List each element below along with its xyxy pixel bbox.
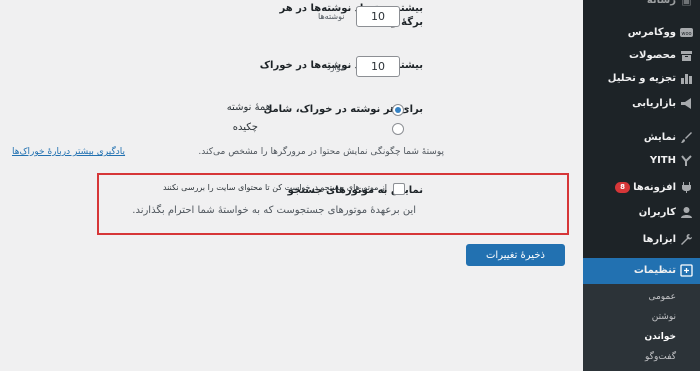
submenu-item-writing[interactable]: نوشتن xyxy=(652,312,676,322)
discourage-search-checkbox[interactable] xyxy=(393,183,405,195)
discourage-search-label: از موتورهای جستجو درخواست کن تا محتوای س… xyxy=(162,183,387,192)
sidebar-item-label: افزونه‌ها8 xyxy=(615,175,676,201)
feed-learn-more-link-wrap: یادگیری بیشتر دربارهٔ خوراک‌ها xyxy=(12,147,125,157)
update-count-badge: 8 xyxy=(615,181,631,193)
submenu-item-discussion[interactable]: گفت‌وگو xyxy=(645,352,676,362)
sidebar-item-label: ابزارها xyxy=(642,234,676,245)
settings-content: بیشترین تعداد نوشته‌ها در هر برگهٔ وبلاگ… xyxy=(0,0,578,371)
sidebar-item-yith[interactable]: YITH xyxy=(583,148,700,174)
full-text-radio[interactable] xyxy=(392,104,404,116)
posts-per-feed-input[interactable]: 10 xyxy=(356,56,400,77)
posts-per-page-unit: نوشته‌ها xyxy=(318,12,345,21)
sidebar-item-label: تنظیمات xyxy=(633,265,676,276)
settings-submenu: عمومی نوشتن خواندن گفت‌وگو xyxy=(583,284,700,371)
sidebar-item-label: رسانه xyxy=(646,0,676,6)
submenu-item-general[interactable]: عمومی xyxy=(648,292,676,302)
feed-description: پوستهٔ شما چگونگی نمایش محتوا در مرورگره… xyxy=(198,147,444,157)
sidebar-item-plugins[interactable]: افزونه‌ها8 xyxy=(583,175,700,201)
media-icon: ▣ xyxy=(681,0,692,7)
svg-text:woo: woo xyxy=(681,31,691,37)
bar-chart-icon xyxy=(680,72,693,85)
megaphone-icon xyxy=(680,97,693,110)
sidebar-item-label: بازاریابی xyxy=(632,98,676,109)
settings-icon xyxy=(680,264,693,277)
admin-sidebar: ▣ رسانه woo ووکامرس محصولات تجزیه و تحلی… xyxy=(575,0,700,371)
user-icon xyxy=(680,206,693,219)
feed-learn-more-link[interactable]: یادگیری بیشتر دربارهٔ خوراک‌ها xyxy=(12,147,125,157)
woo-icon: woo xyxy=(680,26,693,39)
sidebar-item-media[interactable]: ▣ رسانه xyxy=(583,0,700,14)
plugin-icon xyxy=(680,181,693,194)
sidebar-item-label: کاربران xyxy=(638,207,676,218)
sidebar-item-label: YITH xyxy=(649,155,676,166)
paintbrush-icon xyxy=(680,131,693,144)
sidebar-item-tools[interactable]: ابزارها xyxy=(583,227,700,253)
posts-per-page-input[interactable]: 10 xyxy=(356,6,400,27)
wrench-icon xyxy=(680,233,693,246)
posts-per-page-label: بیشترین تعداد نوشته‌ها در هر برگهٔ وبلاگ xyxy=(279,3,423,28)
yith-icon xyxy=(680,154,693,167)
submenu-item-reading[interactable]: خواندن xyxy=(645,332,676,342)
posts-per-feed-unit: موارد xyxy=(327,63,346,72)
sidebar-item-settings[interactable]: تنظیمات xyxy=(575,258,700,284)
sidebar-item-marketing[interactable]: بازاریابی xyxy=(583,91,700,117)
feed-description-text: پوستهٔ شما چگونگی نمایش محتوا در مرورگره… xyxy=(198,147,444,157)
sidebar-item-users[interactable]: کاربران xyxy=(583,200,700,226)
search-visibility-note: این برعهدهٔ موتورهای جستجوست که به خواست… xyxy=(132,205,416,216)
excerpt-label: چکیده xyxy=(232,122,258,133)
save-changes-button[interactable]: ذخیرهٔ تغییرات xyxy=(466,244,565,266)
archive-icon xyxy=(680,49,693,62)
sidebar-item-analytics[interactable]: تجزیه و تحلیل xyxy=(583,66,700,92)
excerpt-radio[interactable] xyxy=(392,123,404,135)
sidebar-item-label: تجزیه و تحلیل xyxy=(607,73,676,84)
plugins-label: افزونه‌ها xyxy=(633,182,676,193)
full-text-label: همهٔ نوشته xyxy=(226,102,271,113)
